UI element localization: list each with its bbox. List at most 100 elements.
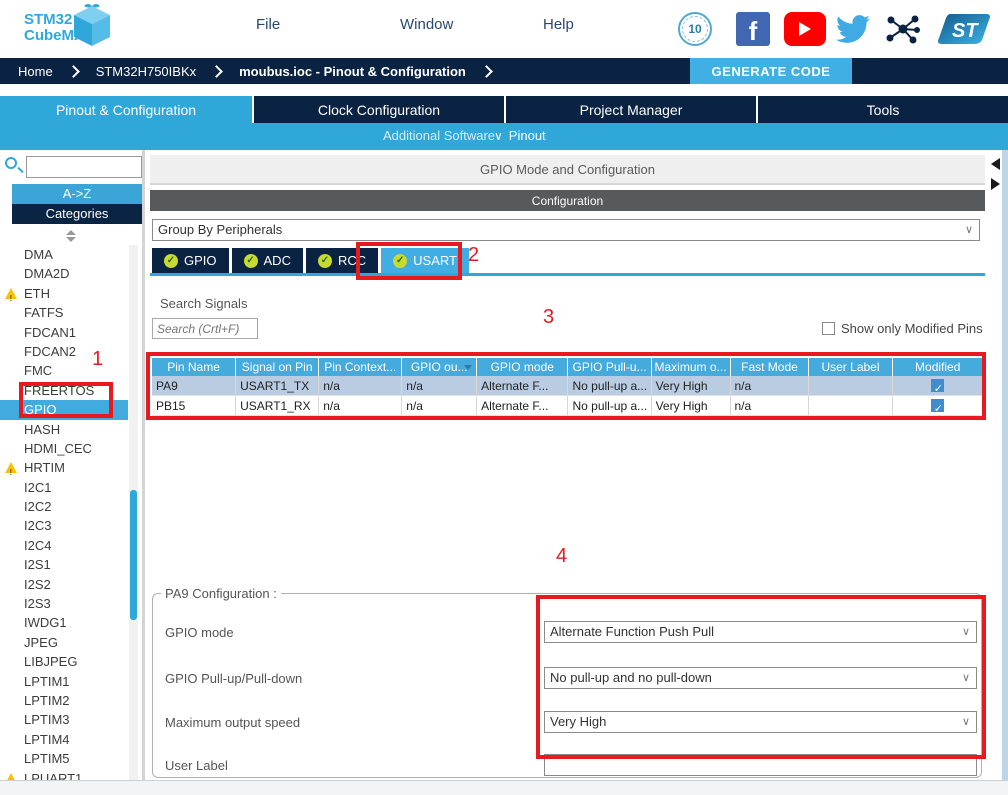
col-fast-mode[interactable]: Fast Mode (730, 358, 809, 376)
group-by-select[interactable]: Group By Peripherals (152, 219, 980, 241)
generate-code-button[interactable]: GENERATE CODE (690, 58, 852, 84)
right-edge-bar (1002, 150, 1008, 780)
warning-icon (5, 288, 17, 299)
peripheral-tab-usart[interactable]: ✓USART (381, 248, 469, 273)
sidebar-item-i2c3[interactable]: I2C3 (0, 516, 128, 535)
sidebar-item-i2c1[interactable]: I2C1 (0, 478, 128, 497)
col-gpio-pull[interactable]: GPIO Pull-u... (567, 358, 650, 376)
sidebar-item-lptim4[interactable]: LPTIM4 (0, 730, 128, 749)
sidebar-item-fmc[interactable]: FMC (0, 361, 128, 380)
sidebar-item-iwdg1[interactable]: IWDG1 (0, 613, 128, 632)
peripheral-tab-bar: ✓GPIO ✓ADC ✓RCC ✓USART (152, 248, 469, 273)
gpio-pull-select[interactable]: No pull-up and no pull-down (544, 667, 977, 689)
sort-az-button[interactable]: A->Z (12, 184, 142, 204)
bottom-status-strip (0, 780, 1008, 795)
ten-years-badge-icon[interactable]: 10 (678, 12, 712, 46)
sidebar-item-dma[interactable]: DMA (0, 245, 128, 264)
sidebar-item-i2c4[interactable]: I2C4 (0, 536, 128, 555)
max-output-speed-select[interactable]: Very High (544, 711, 977, 733)
col-pin-name[interactable]: Pin Name (152, 358, 235, 376)
pinout-dropdown[interactable]: ∨Pinout (494, 128, 546, 143)
col-maximum-output[interactable]: Maximum o... (651, 358, 730, 376)
menu-window[interactable]: Window (400, 16, 453, 33)
warning-icon (5, 462, 17, 473)
col-user-label[interactable]: User Label (808, 358, 891, 376)
menu-file[interactable]: File (256, 16, 280, 33)
table-row-pa9[interactable]: PA9 USART1_TX n/a n/a Alternate F... No … (152, 376, 983, 396)
sidebar-item-hdmi-cec[interactable]: HDMI_CEC (0, 439, 128, 458)
tab-project-manager[interactable]: Project Manager (504, 96, 756, 123)
sidebar-item-lptim5[interactable]: LPTIM5 (0, 749, 128, 768)
sidebar-item-i2s3[interactable]: I2S3 (0, 594, 128, 613)
breadcrumb-home[interactable]: Home (18, 64, 53, 79)
additional-software-link[interactable]: Additional Software (383, 128, 495, 143)
user-label-label: User Label (165, 758, 228, 773)
sidebar-search-input[interactable] (26, 156, 142, 178)
breadcrumb-mcu[interactable]: STM32H750IBKx (96, 64, 196, 79)
show-only-modified-pins[interactable]: Show only Modified Pins (822, 321, 983, 336)
sidebar-item-lptim2[interactable]: LPTIM2 (0, 691, 128, 710)
table-row-pb15[interactable]: PB15 USART1_RX n/a n/a Alternate F... No… (152, 396, 983, 416)
sidebar-item-i2s1[interactable]: I2S1 (0, 555, 128, 574)
tab-underline (150, 273, 985, 276)
collapse-left-icon[interactable] (991, 158, 1000, 170)
categories-button[interactable]: Categories (12, 204, 142, 224)
collapse-right-icon[interactable] (991, 178, 1000, 190)
sidebar-item-freertos[interactable]: FREERTOS (0, 381, 128, 400)
search-icon (5, 157, 17, 169)
scrollbar-thumb[interactable] (130, 490, 137, 620)
breadcrumb-project[interactable]: moubus.ioc - Pinout & Configuration (239, 64, 466, 79)
user-label-input[interactable] (544, 754, 977, 776)
col-gpio-output[interactable]: GPIO ou... (401, 358, 476, 376)
tab-tools[interactable]: Tools (756, 96, 1008, 123)
panel-collapse-strip (985, 150, 1008, 780)
tab-pinout-configuration[interactable]: Pinout & Configuration (0, 96, 252, 123)
col-gpio-mode[interactable]: GPIO mode (476, 358, 567, 376)
sidebar-item-fdcan1[interactable]: FDCAN1 (0, 323, 128, 342)
main-tabs: Pinout & Configuration Clock Configurati… (0, 96, 1008, 123)
sidebar-item-lptim3[interactable]: LPTIM3 (0, 710, 128, 729)
peripheral-tab-rcc[interactable]: ✓RCC (306, 248, 378, 273)
signals-search-input[interactable] (152, 318, 258, 339)
tab-clock-configuration[interactable]: Clock Configuration (252, 96, 504, 123)
col-signal-on-pin[interactable]: Signal on Pin (235, 358, 318, 376)
svg-text:ST: ST (952, 20, 979, 42)
sidebar-item-i2c2[interactable]: I2C2 (0, 497, 128, 516)
sidebar-item-i2s2[interactable]: I2S2 (0, 575, 128, 594)
warning-icon (5, 773, 17, 780)
sidebar-item-hash[interactable]: HASH (0, 420, 128, 439)
sidebar-item-lptim1[interactable]: LPTIM1 (0, 672, 128, 691)
gpio-mode-select[interactable]: Alternate Function Push Pull (544, 621, 977, 643)
col-pin-context[interactable]: Pin Context... (318, 358, 401, 376)
sidebar-item-lpuart1[interactable]: LPUART1 (0, 769, 128, 780)
col-modified[interactable]: Modified (892, 358, 983, 376)
st-logo-icon[interactable]: ST (936, 12, 992, 46)
sidebar-item-libjpeg[interactable]: LIBJPEG (0, 652, 128, 671)
sort-toggle-icon[interactable] (66, 230, 76, 242)
cube-icon (70, 4, 114, 50)
modified-pins-label: Show only Modified Pins (841, 321, 983, 336)
modified-pins-checkbox[interactable] (822, 322, 835, 335)
sidebar-item-fdcan2[interactable]: FDCAN2 (0, 342, 128, 361)
menu-help[interactable]: Help (543, 16, 574, 33)
modified-checkbox[interactable] (931, 399, 944, 412)
pa9-configuration-legend: PA9 Configuration : (161, 586, 281, 601)
facebook-icon[interactable]: f (736, 12, 770, 46)
sidebar-item-gpio[interactable]: GPIO (0, 400, 128, 419)
modified-checkbox[interactable] (931, 379, 944, 392)
sidebar-item-eth[interactable]: ETH (0, 284, 128, 303)
twitter-icon[interactable] (836, 12, 870, 46)
st-community-icon[interactable] (886, 12, 920, 46)
youtube-icon[interactable] (784, 12, 826, 46)
peripheral-tab-adc[interactable]: ✓ADC (232, 248, 303, 273)
sidebar-item-hrtim[interactable]: HRTIM (0, 458, 128, 477)
sidebar-scrollbar[interactable] (129, 245, 138, 780)
sidebar-item-fatfs[interactable]: FATFS (0, 303, 128, 322)
pa9-configuration-group: PA9 Configuration : GPIO mode Alternate … (152, 586, 982, 778)
sidebar-item-jpeg[interactable]: JPEG (0, 633, 128, 652)
mode-and-configuration-header: GPIO Mode and Configuration (150, 155, 985, 185)
top-menu-bar: STM32 CubeMX File Window Help 10 f (0, 0, 1008, 58)
pinout-subbar: Additional Software ∨Pinout (0, 123, 1008, 150)
peripheral-tab-gpio[interactable]: ✓GPIO (152, 248, 229, 273)
sidebar-item-dma2d[interactable]: DMA2D (0, 264, 128, 283)
